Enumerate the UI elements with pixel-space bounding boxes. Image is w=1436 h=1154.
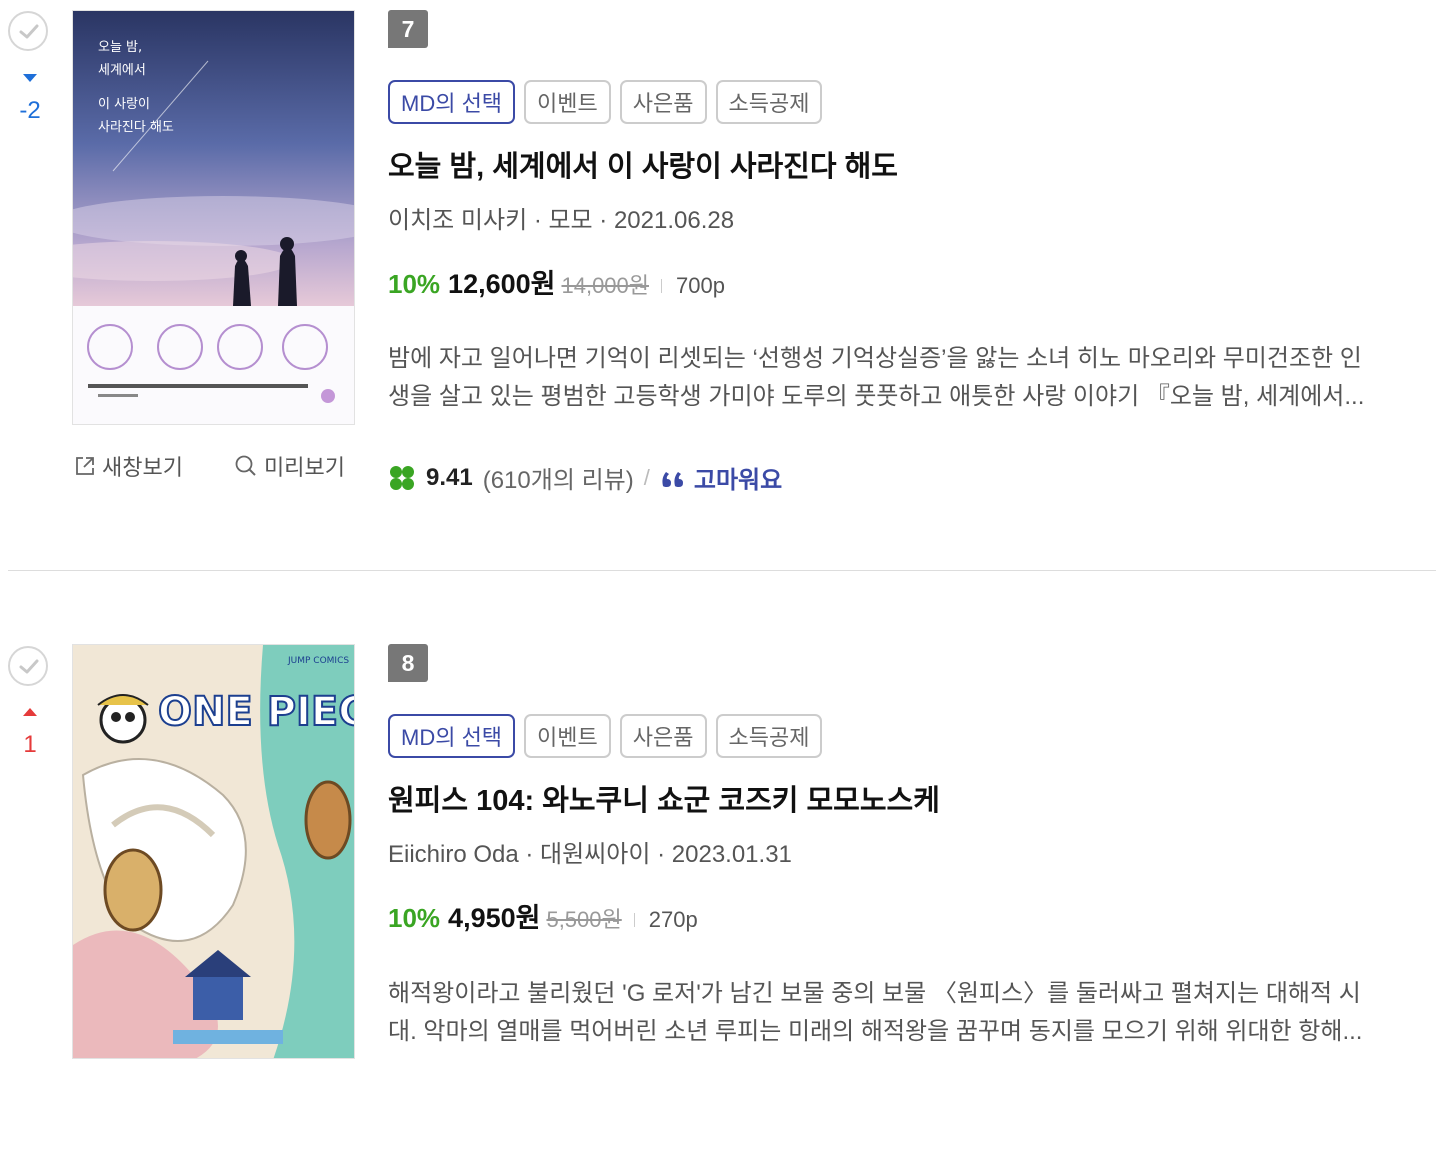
tag-event[interactable]: 이벤트 bbox=[524, 714, 611, 758]
rank-badge: 7 bbox=[388, 10, 428, 48]
tag-list: MD의 선택 이벤트 사은품 소득공제 bbox=[388, 714, 823, 758]
tag-tax-deduction[interactable]: 소득공제 bbox=[715, 714, 823, 758]
svg-text:ONE PIECE: ONE PIECE bbox=[158, 689, 355, 735]
rank-change: 1 bbox=[23, 731, 37, 758]
description-line: 밤에 자고 일어나면 기억이 리셋되는 ‘선행성 기억상실증’을 앓는 소녀 히… bbox=[388, 345, 1362, 372]
clover-icon bbox=[390, 465, 414, 490]
original-price: 14,000원 bbox=[561, 273, 650, 298]
divider bbox=[661, 279, 663, 293]
discount-rate: 10% bbox=[388, 269, 441, 299]
book-meta: 이치조 미사키 · 모모 · 2021.06.28 bbox=[388, 207, 735, 234]
rank-badge: 8 bbox=[388, 644, 428, 682]
page-count: 700p bbox=[676, 273, 725, 298]
new-window-label: 새창보기 bbox=[102, 455, 183, 480]
book-item: -2 오늘 밤, 세계에서 이 사랑이 사라진다 해도 새창보기 미리보기 7 … bbox=[0, 0, 1436, 520]
book-cover[interactable]: ONE PIECE JUMP COMICS bbox=[72, 644, 355, 1059]
page-count: 270p bbox=[648, 907, 698, 932]
external-link-icon bbox=[76, 457, 94, 475]
sale-price: 4,950원 bbox=[448, 903, 541, 933]
check-icon bbox=[19, 24, 39, 39]
price-row: 10% 4,950원 5,500원 270p bbox=[388, 896, 698, 935]
svg-text:오늘 밤,: 오늘 밤, bbox=[98, 40, 142, 55]
thanks-button[interactable]: 고마워요 bbox=[694, 460, 782, 495]
preview-button[interactable]: 미리보기 bbox=[234, 450, 345, 482]
description-line: 생을 살고 있는 평범한 고등학생 가미야 도루의 풋풋하고 애틋한 사랑 이야… bbox=[388, 383, 1365, 410]
description-line: 대. 악마의 열매를 먹어버린 소년 루피는 미래의 해적왕을 꿈꾸며 동지를 … bbox=[388, 1018, 1363, 1045]
rank-down-icon bbox=[23, 74, 37, 82]
divider bbox=[633, 913, 635, 927]
new-window-button[interactable]: 새창보기 bbox=[74, 450, 183, 482]
divider: / bbox=[643, 464, 650, 490]
svg-text:JUMP COMICS: JUMP COMICS bbox=[287, 656, 349, 666]
book-title[interactable]: 원피스 104: 와노쿠니 쇼군 코즈키 모모노스케 bbox=[388, 777, 940, 819]
book-description: 해적왕이라고 불리웠던 'G 로저'가 남긴 보물 중의 보물 〈원피스〉를 둘… bbox=[388, 975, 1418, 1051]
tag-tax-deduction[interactable]: 소득공제 bbox=[715, 80, 823, 124]
select-checkbox[interactable] bbox=[8, 11, 48, 51]
svg-text:세계에서: 세계에서 bbox=[98, 63, 146, 78]
price-row: 10% 12,600원 14,000원 700p bbox=[388, 262, 725, 301]
select-checkbox[interactable] bbox=[8, 646, 48, 686]
check-icon bbox=[19, 659, 39, 674]
description-line: 해적왕이라고 불리웠던 'G 로저'가 남긴 보물 중의 보물 〈원피스〉를 둘… bbox=[388, 980, 1361, 1007]
sale-price: 12,600원 bbox=[448, 269, 556, 299]
book-description: 밤에 자고 일어나면 기억이 리셋되는 ‘선행성 기억상실증’을 앓는 소녀 히… bbox=[388, 340, 1418, 416]
rank-up-icon bbox=[23, 708, 37, 716]
tag-md-choice[interactable]: MD의 선택 bbox=[388, 714, 516, 758]
preview-label: 미리보기 bbox=[264, 455, 345, 480]
tag-md-choice[interactable]: MD의 선택 bbox=[388, 80, 516, 124]
rank-change: -2 bbox=[19, 97, 41, 124]
book-cover[interactable]: 오늘 밤, 세계에서 이 사랑이 사라진다 해도 bbox=[72, 10, 355, 425]
svg-text:사라진다 해도: 사라진다 해도 bbox=[98, 120, 174, 135]
book-title[interactable]: 오늘 밤, 세계에서 이 사랑이 사라진다 해도 bbox=[388, 143, 898, 185]
item-divider bbox=[8, 570, 1436, 571]
discount-rate: 10% bbox=[388, 903, 441, 933]
rating-row: 9.41 (610개의 리뷰) / 고마워요 bbox=[388, 460, 782, 495]
book-meta: Eiichiro Oda · 대원씨아이 · 2023.01.31 bbox=[388, 841, 792, 868]
search-icon bbox=[235, 455, 256, 476]
book-item: 1 ONE PIECE JUMP COMICS 8 MD의 선택 이벤트 사은품… bbox=[0, 634, 1436, 1154]
tag-event[interactable]: 이벤트 bbox=[524, 80, 611, 124]
original-price: 5,500원 bbox=[546, 907, 622, 932]
svg-text:이 사랑이: 이 사랑이 bbox=[98, 97, 150, 112]
review-count[interactable]: (610개의 리뷰) bbox=[483, 460, 634, 495]
tag-list: MD의 선택 이벤트 사은품 소득공제 bbox=[388, 80, 823, 124]
tag-gift[interactable]: 사은품 bbox=[619, 80, 707, 124]
rating-score: 9.41 bbox=[426, 463, 473, 491]
quote-icon bbox=[662, 471, 683, 487]
tag-gift[interactable]: 사은품 bbox=[619, 714, 707, 758]
